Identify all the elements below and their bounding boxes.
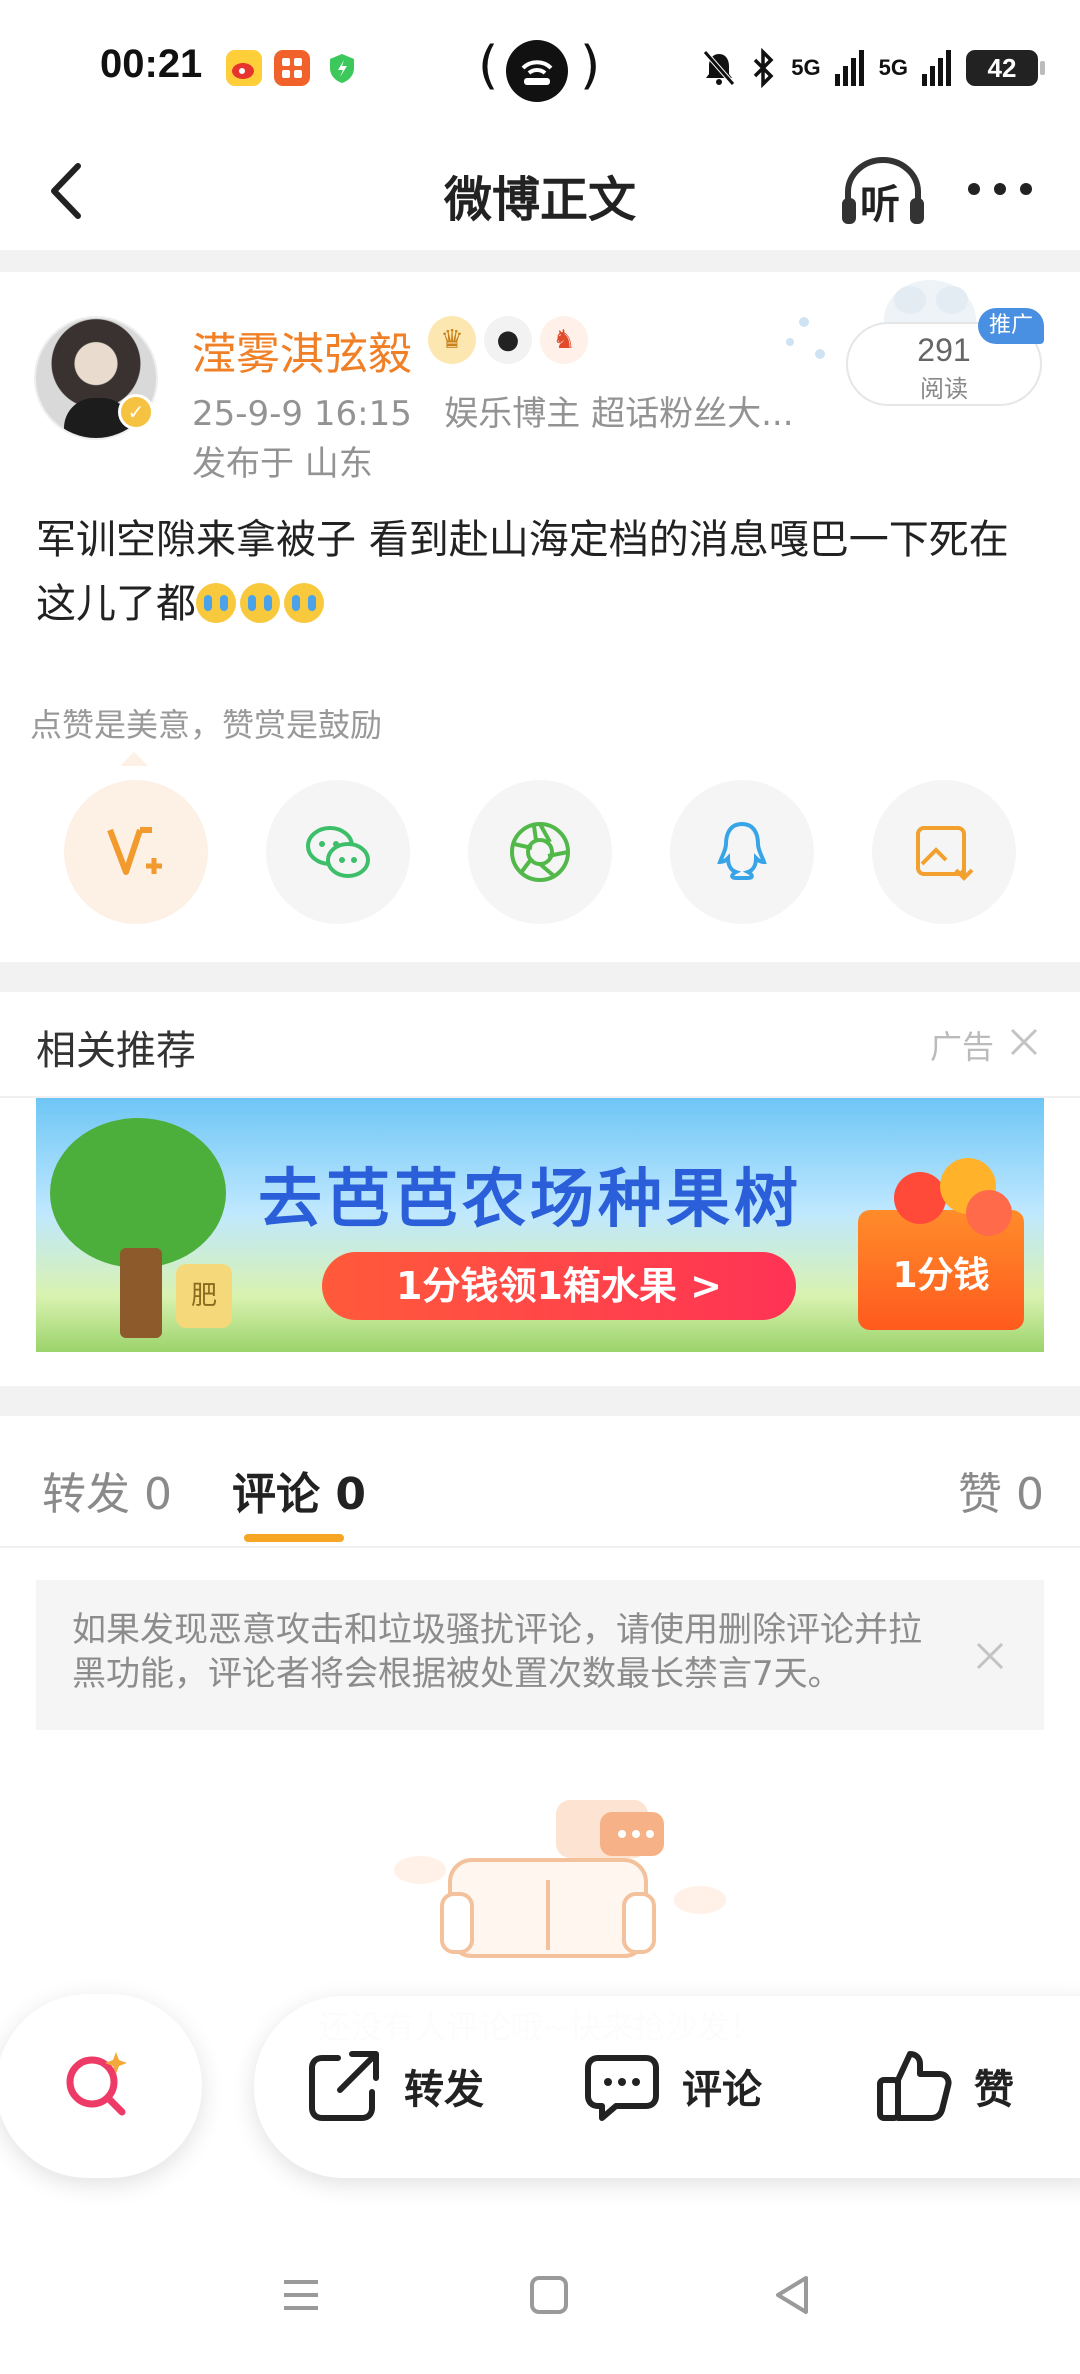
- panda-badge-icon[interactable]: ●: [484, 316, 532, 364]
- interaction-tabs: 转发 0 评论 0 赞 0: [0, 1416, 1080, 1548]
- reward-icon: [107, 827, 162, 875]
- home-icon[interactable]: [524, 2270, 574, 2320]
- battery-indicator: 42: [966, 50, 1045, 86]
- repost-icon: [309, 2051, 379, 2121]
- empty-sofa-icon: [394, 1800, 726, 1958]
- repost-button[interactable]: 转发: [304, 2046, 484, 2126]
- comment-label: 评论: [682, 2067, 762, 2113]
- qq-icon: [717, 821, 767, 880]
- banner-button[interactable]: 1分钱领1箱水果 >: [322, 1252, 796, 1320]
- tree-trunk: [120, 1248, 162, 1338]
- share-moments-button[interactable]: [468, 780, 612, 924]
- comment-button[interactable]: 评论: [582, 2046, 762, 2126]
- menu-icon[interactable]: [276, 2270, 326, 2320]
- share-row: [0, 780, 1080, 924]
- related-title: 相关推荐: [36, 1028, 196, 1074]
- system-navigation-bar: [0, 2270, 1080, 2350]
- comment-notice: 如果发现恶意攻击和垃圾骚扰评论，请使用删除评论并拉黑功能，评论者将会根据被处置次…: [36, 1580, 1044, 1730]
- save-image-icon: [916, 826, 974, 881]
- like-label: 赞: [974, 2067, 1014, 2113]
- moments-icon: [510, 822, 570, 882]
- divider: [0, 250, 1080, 272]
- user-badges: ♛ ● ♞: [428, 316, 588, 364]
- crying-emoji-icon: [196, 583, 236, 623]
- more-options-icon[interactable]: [960, 164, 1040, 214]
- post-content: 军训空隙来拿被子 看到赴山海定档的消息嘎巴一下死在这儿了都: [36, 508, 1046, 636]
- fertilizer-jar: 肥: [176, 1264, 232, 1328]
- reads-label: 阅读: [920, 375, 968, 403]
- wireless-icon: [506, 40, 568, 102]
- crying-emoji-icon: [284, 583, 324, 623]
- listen-label: 听: [860, 182, 900, 228]
- shield-icon: [324, 50, 360, 86]
- tab-like[interactable]: 赞 0: [958, 1458, 1044, 1522]
- ad-label: 广告: [930, 1028, 995, 1066]
- ad-close-icon[interactable]: [1006, 1024, 1042, 1060]
- status-time: 00:21: [100, 42, 203, 86]
- username[interactable]: 滢雾淇弦毅: [192, 318, 412, 382]
- verified-badge-icon: ✓: [118, 394, 154, 430]
- signal-bars-2-icon: [922, 50, 951, 86]
- fruit-icon: [894, 1172, 946, 1224]
- app-icon: [274, 50, 310, 86]
- reward-tip: 点赞是美意，赞赏是鼓励: [30, 706, 383, 744]
- signal-5g-2: 5G: [878, 55, 908, 80]
- tab-repost[interactable]: 转发 0: [42, 1458, 172, 1522]
- tab-comment[interactable]: 评论 0: [232, 1458, 366, 1522]
- bird-badge-icon[interactable]: ♞: [540, 316, 588, 364]
- search-button[interactable]: [0, 1994, 202, 2178]
- active-tab-indicator: [244, 1534, 344, 1542]
- bluetooth-icon: [754, 48, 774, 88]
- tip-arrow: [120, 752, 148, 766]
- reward-button[interactable]: [64, 780, 208, 924]
- mute-icon: [703, 50, 736, 86]
- promote-tag[interactable]: 推广: [978, 308, 1044, 344]
- like-button[interactable]: 赞: [874, 2046, 1014, 2126]
- status-bar: 00:21 ( ) 5G 5G 42: [0, 0, 1080, 130]
- fruit-icon: [966, 1190, 1012, 1236]
- post-meta: 25-9-9 16:15 娱乐博主 超话粉丝大...: [192, 386, 794, 435]
- share-qq-button[interactable]: [670, 780, 814, 924]
- signal-bars-1-icon: [834, 50, 864, 86]
- tree-icon: [50, 1118, 226, 1268]
- search-icon: [66, 2052, 127, 2116]
- share-wechat-button[interactable]: [266, 780, 410, 924]
- wechat-icon: [306, 826, 370, 878]
- dynamic-island: ( ): [478, 36, 602, 104]
- comment-icon: [585, 2055, 659, 2121]
- listen-button[interactable]: 听: [838, 152, 928, 232]
- banner-price: 1分钱: [892, 1255, 990, 1296]
- crying-emoji-icon: [240, 583, 280, 623]
- action-bar: 转发 评论 赞: [254, 1996, 1080, 2178]
- banner-title: 去芭芭农场种果树: [258, 1163, 802, 1237]
- signal-5g-1: 5G: [791, 55, 821, 80]
- post-time: 25-9-9 16:15: [192, 394, 412, 434]
- weibo-app-icon: [226, 50, 262, 86]
- back-icon[interactable]: [768, 2270, 818, 2320]
- notice-close-icon[interactable]: [970, 1636, 1010, 1676]
- divider: [0, 1386, 1080, 1416]
- post-source: 娱乐博主 超话粉丝大...: [444, 394, 794, 434]
- post-text: 军训空隙来拿被子 看到赴山海定档的消息嘎巴一下死在这儿了都: [36, 517, 1009, 627]
- save-image-button[interactable]: [872, 780, 1016, 924]
- divider: [0, 962, 1080, 992]
- ad-banner[interactable]: 肥 去芭芭农场种果树 1分钱领1箱水果 > 1分钱: [36, 1098, 1044, 1352]
- thumbs-up-icon: [877, 2051, 952, 2121]
- crown-badge-icon[interactable]: ♛: [428, 316, 476, 364]
- post-location: 发布于 山东: [192, 444, 373, 484]
- nav-bar: 微博正文 听: [0, 130, 1080, 250]
- repost-label: 转发: [404, 2067, 484, 2113]
